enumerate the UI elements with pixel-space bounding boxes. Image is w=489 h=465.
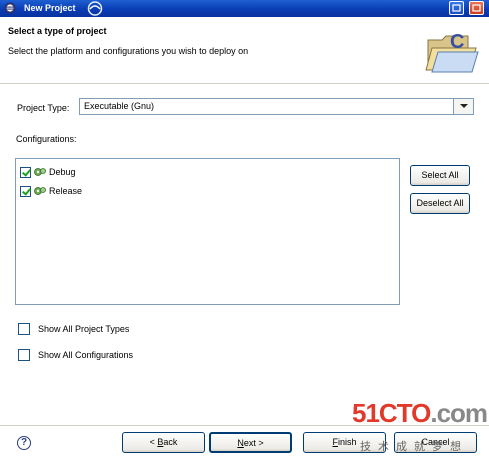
watermark-suffix: .com xyxy=(430,398,488,428)
page-description: Select the platform and configurations y… xyxy=(8,46,249,56)
configurations-label: Configurations: xyxy=(16,134,77,144)
list-item[interactable]: Release xyxy=(20,184,82,198)
eclipse-cdt-icon xyxy=(4,2,16,14)
debug-checkbox[interactable] xyxy=(20,166,31,178)
show-all-project-types-checkbox[interactable] xyxy=(18,323,30,335)
show-all-configurations-option[interactable]: Show All Configurations xyxy=(18,349,133,361)
configuration-gear-icon xyxy=(34,187,46,195)
project-type-value: Executable (Gnu) xyxy=(84,101,155,111)
project-type-combo[interactable]: Executable (Gnu) xyxy=(79,98,474,115)
configuration-gear-icon xyxy=(34,168,46,176)
swirl-icon xyxy=(87,1,103,16)
next-rest: ext > xyxy=(243,438,264,448)
next-button[interactable]: Next > xyxy=(209,432,292,453)
finish-rest: inish xyxy=(337,437,357,447)
list-item[interactable]: Debug xyxy=(20,165,76,179)
release-checkbox[interactable] xyxy=(20,185,31,197)
show-all-project-types-option[interactable]: Show All Project Types xyxy=(18,323,129,335)
watermark-letters: CTO xyxy=(378,398,431,428)
show-all-configurations-label: Show All Configurations xyxy=(38,350,134,360)
title-bar: New Project xyxy=(0,0,489,17)
page-heading: Select a type of project xyxy=(8,26,107,36)
deselect-all-button[interactable]: Deselect All xyxy=(410,193,470,214)
project-type-label: Project Type: xyxy=(17,103,70,113)
configurations-list[interactable]: Debug Release xyxy=(15,158,400,305)
debug-label: Debug xyxy=(49,167,76,177)
new-project-folder-icon: C xyxy=(425,31,479,73)
header-divider xyxy=(0,83,489,84)
watermark-brand: 51CTO.com xyxy=(352,398,488,429)
help-icon[interactable]: ? xyxy=(17,436,31,450)
restore-button[interactable] xyxy=(449,1,464,15)
window-title: New Project xyxy=(24,3,76,13)
chevron-down-icon xyxy=(460,104,468,108)
svg-text:C: C xyxy=(450,31,464,53)
show-all-configurations-checkbox[interactable] xyxy=(18,349,30,361)
watermark-digits: 51 xyxy=(352,398,380,428)
close-button[interactable] xyxy=(469,1,484,15)
back-button[interactable]: < Back xyxy=(122,432,205,453)
project-type-dropdown-button[interactable] xyxy=(453,99,473,114)
watermark-tagline: 技术成就梦想 xyxy=(360,441,468,453)
release-label: Release xyxy=(49,186,83,196)
select-all-button[interactable]: Select All xyxy=(410,165,470,186)
back-rest: ack xyxy=(163,437,178,447)
show-all-project-types-label: Show All Project Types xyxy=(38,324,130,334)
